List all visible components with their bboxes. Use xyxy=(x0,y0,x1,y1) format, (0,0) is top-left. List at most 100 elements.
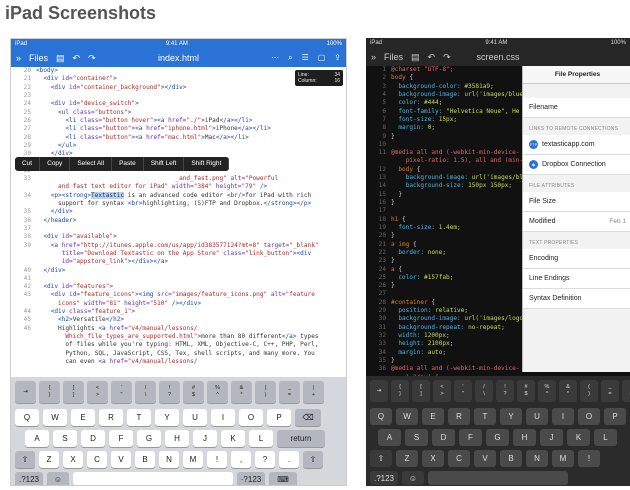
letter-key[interactable]: Y xyxy=(155,409,179,426)
backspace-key[interactable]: ⌫ xyxy=(295,409,321,426)
shift-key[interactable]: ⇧ xyxy=(15,451,35,468)
letter-key[interactable]: J xyxy=(540,429,563,446)
letter-key[interactable]: G xyxy=(486,429,509,446)
extra-key[interactable]: < > xyxy=(433,380,451,402)
letter-key[interactable]: ! xyxy=(207,451,227,468)
letter-key[interactable]: P xyxy=(604,408,626,425)
remote-link-row[interactable]: FTP textasticapp.com xyxy=(523,135,630,155)
letter-key[interactable]: F xyxy=(109,430,133,447)
extra-key[interactable]: {} xyxy=(391,380,409,402)
numbers-key[interactable]: ·?123 xyxy=(237,472,265,485)
extra-key[interactable]: |+ xyxy=(303,381,324,403)
letter-key[interactable]: T xyxy=(127,409,151,426)
extra-key[interactable]: _ = xyxy=(601,380,619,402)
search-icon[interactable]: ⌕ xyxy=(288,53,292,63)
share-icon[interactable]: ⇪ xyxy=(334,53,341,63)
letter-key[interactable]: E xyxy=(422,408,444,425)
extra-key[interactable]: ⇥ xyxy=(15,381,36,403)
letter-key[interactable]: R xyxy=(448,408,470,425)
letter-key[interactable]: L xyxy=(594,429,617,446)
letter-key[interactable]: ! xyxy=(578,450,600,467)
space-key[interactable] xyxy=(428,471,568,485)
letter-key[interactable]: N xyxy=(526,450,548,467)
extra-key[interactable]: !? xyxy=(496,380,514,402)
letter-key[interactable]: J xyxy=(193,430,217,447)
letter-key[interactable]: I xyxy=(552,408,574,425)
letter-key[interactable]: C xyxy=(87,451,107,468)
extra-key[interactable]: / \ xyxy=(475,380,493,402)
emoji-key[interactable]: ☺ xyxy=(47,472,69,485)
snippets-icon[interactable]: ⋯ xyxy=(271,53,279,63)
letter-key[interactable]: Y xyxy=(500,408,522,425)
document-icon[interactable]: ▤ xyxy=(411,52,420,63)
letter-key[interactable]: M xyxy=(183,451,203,468)
extra-key[interactable]: {} xyxy=(39,381,60,403)
extra-key[interactable]: !? xyxy=(159,381,180,403)
extra-key[interactable]: () xyxy=(255,381,276,403)
letter-key[interactable]: H xyxy=(165,430,189,447)
sidebar-toggle-icon[interactable]: » xyxy=(16,53,21,63)
copy-menu-item[interactable]: Copy xyxy=(40,157,71,171)
cut-menu-item[interactable]: Cut xyxy=(15,157,41,171)
filename-row[interactable]: Filename xyxy=(523,98,630,118)
shift-right-menu-item[interactable]: Shift Right xyxy=(184,157,230,171)
letter-key[interactable]: O xyxy=(239,409,263,426)
preview-icon[interactable]: ▢ xyxy=(318,53,326,63)
letter-key[interactable]: U xyxy=(183,409,207,426)
letter-key[interactable]: N xyxy=(159,451,179,468)
letter-key[interactable]: T xyxy=(474,408,496,425)
letter-key[interactable]: K xyxy=(567,429,590,446)
letter-key[interactable]: L xyxy=(249,430,273,447)
letter-key[interactable]: G xyxy=(137,430,161,447)
space-key[interactable] xyxy=(73,472,233,485)
numbers-key[interactable]: .?123 xyxy=(15,472,43,485)
letter-key[interactable]: O xyxy=(578,408,600,425)
extra-key[interactable]: < > xyxy=(87,381,108,403)
return-key[interactable]: return xyxy=(277,430,325,447)
extra-key[interactable]: ' " xyxy=(454,380,472,402)
shift-key[interactable]: ⇧ xyxy=(303,451,323,468)
hide-keyboard-key[interactable]: ⌨ xyxy=(269,472,297,485)
letter-key[interactable]: A xyxy=(378,429,401,446)
shift-left-menu-item[interactable]: Shift Left xyxy=(144,157,185,171)
encoding-row[interactable]: Encoding xyxy=(523,249,630,269)
letter-key[interactable]: Z xyxy=(396,450,418,467)
letter-key[interactable]: . xyxy=(279,451,299,468)
extra-key[interactable]: & * xyxy=(231,381,252,403)
document-icon[interactable]: ▤ xyxy=(56,53,65,64)
extra-key[interactable]: ' " xyxy=(111,381,132,403)
undo-icon[interactable]: ↶ xyxy=(73,53,81,64)
letter-key[interactable]: W xyxy=(396,408,418,425)
letter-key[interactable]: S xyxy=(53,430,77,447)
extra-key[interactable]: [] xyxy=(63,381,84,403)
letter-key[interactable]: H xyxy=(513,429,536,446)
syntax-definition-row[interactable]: Syntax Definition xyxy=(523,289,630,309)
letter-key[interactable]: W xyxy=(43,409,67,426)
extra-key[interactable]: # $ xyxy=(183,381,204,403)
redo-icon[interactable]: ↷ xyxy=(443,52,451,63)
letter-key[interactable]: B xyxy=(135,451,155,468)
code-editor[interactable]: 20 <body> 21 <div id="container"> 22 <div i… xyxy=(11,67,346,377)
letter-key[interactable]: Q xyxy=(15,409,39,426)
sidebar-toggle-icon[interactable]: » xyxy=(371,52,376,62)
letter-key[interactable]: V xyxy=(111,451,131,468)
letter-key[interactable]: F xyxy=(459,429,482,446)
line-endings-row[interactable]: Line Endings xyxy=(523,269,630,289)
letter-key[interactable]: B xyxy=(500,450,522,467)
letter-key[interactable]: D xyxy=(81,430,105,447)
letter-key[interactable]: V xyxy=(474,450,496,467)
letter-key[interactable]: S xyxy=(405,429,428,446)
letter-key[interactable]: C xyxy=(448,450,470,467)
undo-icon[interactable]: ↶ xyxy=(428,52,436,63)
emoji-key[interactable]: ☺ xyxy=(402,471,424,485)
info-icon[interactable]: ☰ xyxy=(302,53,309,63)
redo-icon[interactable]: ↷ xyxy=(88,53,96,64)
select-all-menu-item[interactable]: Select All xyxy=(70,157,113,171)
letter-key[interactable]: I xyxy=(211,409,235,426)
letter-key[interactable]: D xyxy=(432,429,455,446)
letter-key[interactable]: ? xyxy=(255,451,275,468)
paste-menu-item[interactable]: Paste xyxy=(112,157,144,171)
extra-key[interactable]: ⇥ xyxy=(370,380,388,402)
extra-key[interactable]: |+ xyxy=(622,380,630,402)
extra-key[interactable]: _ = xyxy=(279,381,300,403)
